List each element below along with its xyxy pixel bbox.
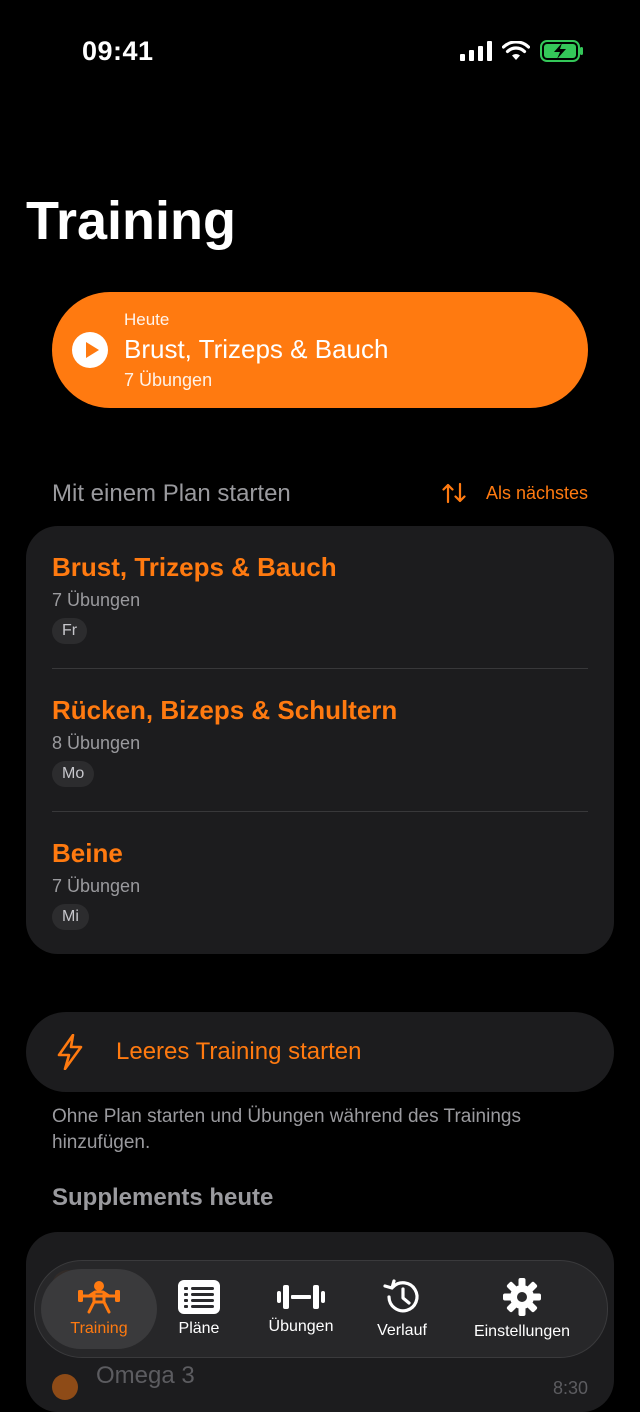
sort-label: Als nächstes xyxy=(485,482,588,503)
supplement-name: Omega 3 xyxy=(96,1362,195,1389)
play-icon xyxy=(72,332,108,368)
lightning-icon xyxy=(57,1034,83,1070)
plan-name: Brust, Trizeps & Bauch xyxy=(52,552,337,582)
empty-workout-hint: Ohne Plan starten und Übungen während de… xyxy=(52,1106,521,1153)
start-empty-workout-label: Leeres Training starten xyxy=(116,1038,362,1065)
tab-history[interactable]: Verlauf xyxy=(361,1269,443,1349)
plans-section-heading: Mit einem Plan starten xyxy=(52,480,291,507)
list-icon xyxy=(178,1280,220,1314)
plan-exercise-count: 8 Übungen xyxy=(52,733,141,753)
sort-arrows-icon xyxy=(442,482,466,504)
tab-history-label: Verlauf xyxy=(377,1322,427,1339)
today-exercise-count: 7 Übungen xyxy=(124,370,213,390)
wifi-icon xyxy=(502,41,530,60)
plan-day-badge: Mo xyxy=(52,761,95,787)
today-workout-button[interactable]: Heute Brust, Trizeps & Bauch 7 Übungen xyxy=(52,292,588,408)
plan-name: Beine xyxy=(52,838,123,868)
plan-day-badge: Fr xyxy=(52,618,88,644)
supplements-heading: Supplements heute xyxy=(52,1184,274,1211)
page-title: Training xyxy=(26,191,237,251)
plan-item[interactable]: Brust, Trizeps & Bauch 7 Übungen Fr xyxy=(52,526,588,669)
tab-plans-label: Pläne xyxy=(178,1320,220,1337)
plans-list: Brust, Trizeps & Bauch 7 Übungen Fr Rück… xyxy=(26,526,614,954)
supplement-check-icon[interactable] xyxy=(52,1374,78,1400)
tab-training[interactable]: Training xyxy=(41,1269,157,1349)
tab-exercises[interactable]: Übungen xyxy=(255,1269,347,1349)
tab-bar: Training Pläne Übungen Verlauf Einstellu… xyxy=(34,1260,608,1358)
status-icons xyxy=(460,40,584,62)
cellular-signal-icon xyxy=(460,41,492,61)
dumbbell-icon xyxy=(277,1285,325,1309)
today-workout-title: Brust, Trizeps & Bauch xyxy=(124,334,389,364)
today-label: Heute xyxy=(124,310,170,329)
plan-day-badge: Mi xyxy=(52,904,89,930)
tab-exercises-label: Übungen xyxy=(268,1318,334,1335)
sort-button[interactable]: Als nächstes xyxy=(442,482,588,504)
tab-settings[interactable]: Einstellungen xyxy=(461,1269,583,1349)
tab-plans[interactable]: Pläne xyxy=(159,1269,239,1349)
status-time: 09:41 xyxy=(82,36,154,66)
supplement-time: 8:30 xyxy=(552,1378,588,1398)
start-empty-workout-button[interactable]: Leeres Training starten xyxy=(26,1012,614,1092)
gear-icon xyxy=(503,1278,541,1316)
weightlifter-icon xyxy=(78,1281,120,1314)
tab-settings-label: Einstellungen xyxy=(473,1323,571,1340)
battery-charging-icon xyxy=(540,40,583,62)
tab-training-label: Training xyxy=(70,1320,128,1337)
history-icon xyxy=(383,1279,419,1313)
plan-item[interactable]: Beine 7 Übungen Mi xyxy=(52,811,588,954)
plan-name: Rücken, Bizeps & Schultern xyxy=(52,695,398,725)
plan-item[interactable]: Rücken, Bizeps & Schultern 8 Übungen Mo xyxy=(52,668,588,812)
plan-exercise-count: 7 Übungen xyxy=(52,876,141,896)
status-bar: 09:41 xyxy=(0,0,640,100)
plan-exercise-count: 7 Übungen xyxy=(52,590,141,610)
